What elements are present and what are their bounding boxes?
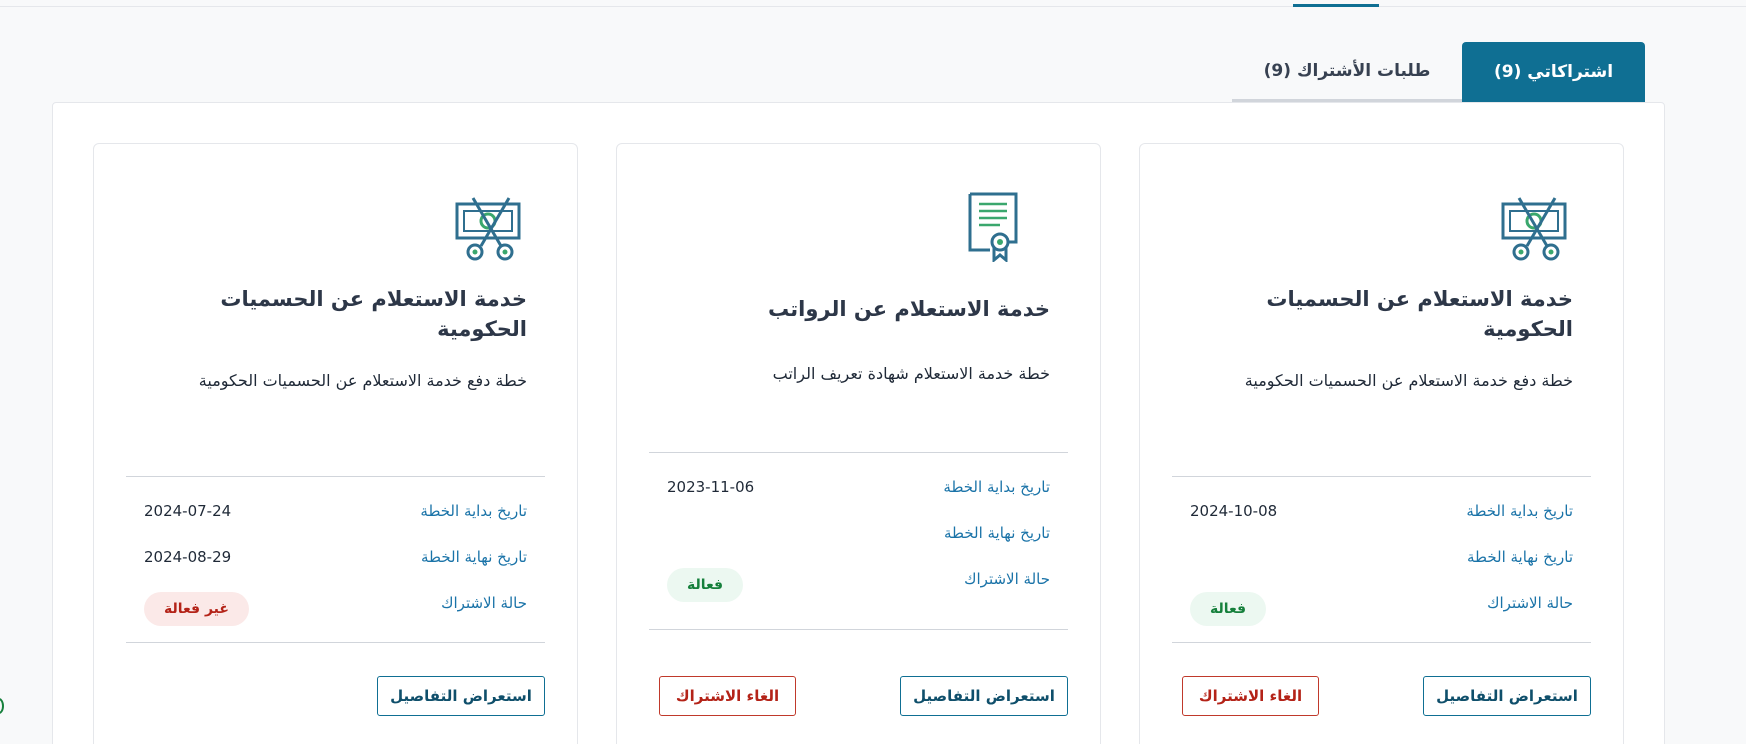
end-date-label: تاريخ نهاية الخطة xyxy=(420,548,527,566)
money-scissors-icon xyxy=(1501,197,1567,261)
status-badge: فعالة xyxy=(667,568,744,602)
start-date-label: تاريخ بداية الخطة xyxy=(1466,502,1573,520)
view-details-button[interactable]: استعراض التفاصيل xyxy=(900,676,1068,716)
card-description: خطة دفع خدمة الاستعلام عن الحسميات الحكو… xyxy=(198,371,527,390)
chat-launcher-edge[interactable] xyxy=(0,698,4,714)
card-title: خدمة الاستعلام عن الحسميات الحكومية xyxy=(1266,287,1573,341)
subscription-card: خدمة الاستعلام عن الحسميات الحكومية خطة … xyxy=(93,143,578,744)
start-date-label: تاريخ بداية الخطة xyxy=(420,502,527,520)
top-nav-border xyxy=(0,6,1746,7)
start-date-value: 2024-07-24 xyxy=(144,502,232,520)
status-label: حالة الاشتراك xyxy=(1487,594,1573,612)
status-badge: غير فعالة xyxy=(144,592,249,626)
divider xyxy=(649,629,1068,630)
card-title: خدمة الاستعلام عن الرواتب xyxy=(768,297,1050,321)
top-nav-active-indicator xyxy=(1293,4,1379,7)
start-date-value: 2023-11-06 xyxy=(667,478,755,496)
subscription-card: خدمة الاستعلام عن الرواتب خطة خدمة الاست… xyxy=(616,143,1101,744)
divider xyxy=(1172,642,1591,643)
cancel-subscription-button[interactable]: الغاء الاشتراك xyxy=(659,676,796,716)
tab-subscription-requests[interactable]: طلبات الأشتراك (9) xyxy=(1232,42,1462,102)
divider xyxy=(126,476,545,477)
end-date-label: تاريخ نهاية الخطة xyxy=(1466,548,1573,566)
card-description: خطة خدمة الاستعلام شهادة تعريف الراتب xyxy=(772,364,1050,383)
start-date-label: تاريخ بداية الخطة xyxy=(943,478,1050,496)
start-date-value: 2024-10-08 xyxy=(1190,502,1278,520)
status-badge: فعالة xyxy=(1190,592,1267,626)
subscription-card: خدمة الاستعلام عن الحسميات الحكومية خطة … xyxy=(1139,143,1624,744)
view-details-button[interactable]: استعراض التفاصيل xyxy=(377,676,545,716)
certificate-icon xyxy=(968,192,1018,262)
card-description: خطة دفع خدمة الاستعلام عن الحسميات الحكو… xyxy=(1244,371,1573,390)
status-label: حالة الاشتراك xyxy=(964,570,1050,588)
divider xyxy=(1172,476,1591,477)
end-date-value: 2024-08-29 xyxy=(144,548,232,566)
money-scissors-icon xyxy=(455,197,521,261)
subscription-tabs: اشتراكاتي (9) طلبات الأشتراك (9) xyxy=(1232,42,1645,102)
cancel-subscription-button[interactable]: الغاء الاشتراك xyxy=(1182,676,1319,716)
view-details-button[interactable]: استعراض التفاصيل xyxy=(1423,676,1591,716)
divider xyxy=(649,452,1068,453)
card-title: خدمة الاستعلام عن الحسميات الحكومية xyxy=(220,287,527,341)
end-date-label: تاريخ نهاية الخطة xyxy=(943,524,1050,542)
tab-my-subscriptions[interactable]: اشتراكاتي (9) xyxy=(1462,42,1645,102)
status-label: حالة الاشتراك xyxy=(441,594,527,612)
divider xyxy=(126,642,545,643)
